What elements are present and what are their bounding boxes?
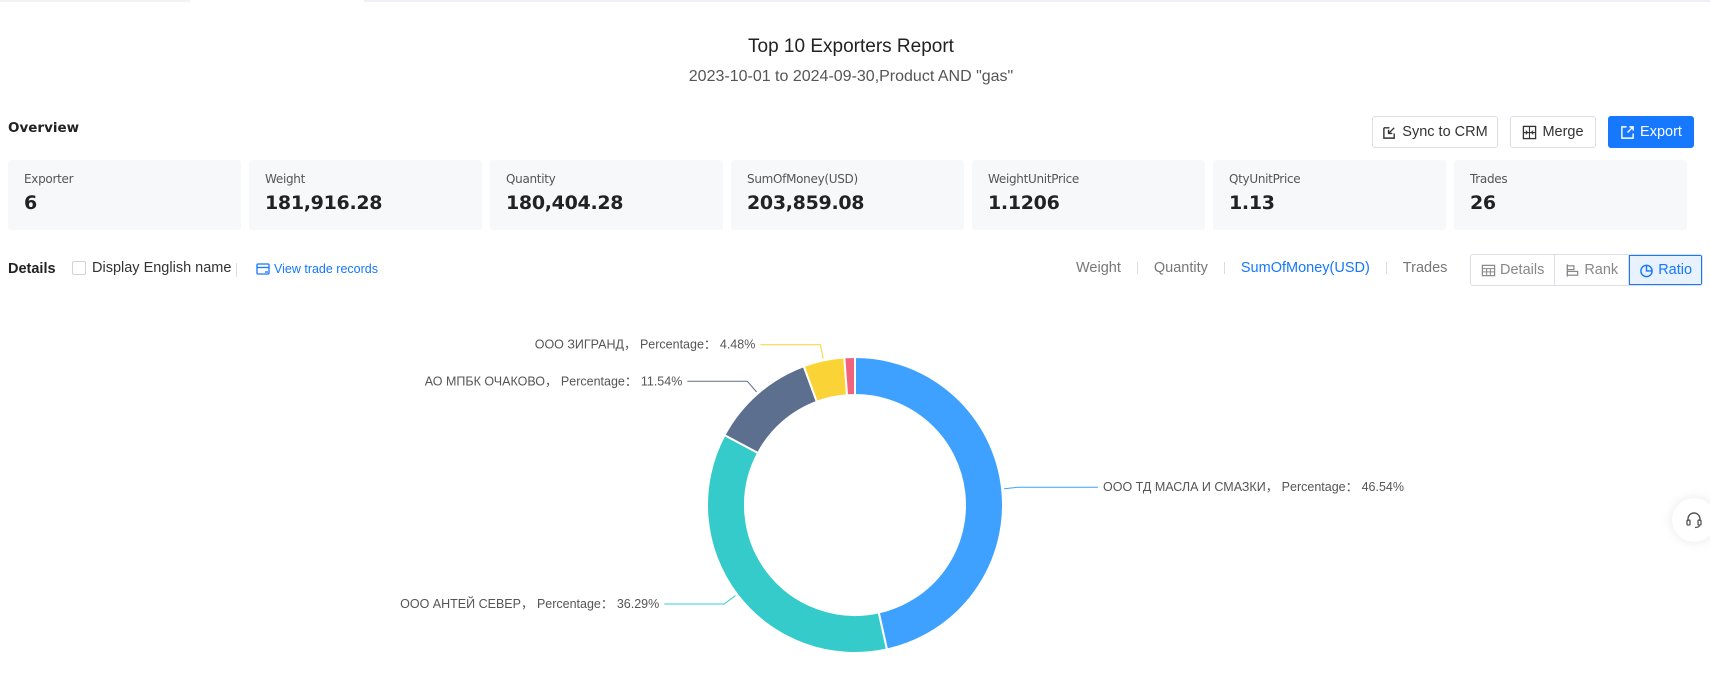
tab-divider <box>1385 262 1387 274</box>
slice-label: ООО ТД МАСЛА И СМАЗКИ， Percentage： 46.54… <box>1103 480 1404 494</box>
trade-records-icon <box>256 263 270 275</box>
stat-label: Exporter <box>24 172 74 186</box>
tab-sum-of-money[interactable]: SumOfMoney(USD) <box>1241 260 1370 276</box>
display-english-name-toggle[interactable]: Display English name <box>72 260 231 276</box>
stat-label: QtyUnitPrice <box>1229 172 1301 186</box>
merge-button[interactable]: Merge <box>1510 116 1596 148</box>
table-icon <box>1481 264 1496 276</box>
stat-value: 26 <box>1470 192 1496 214</box>
view-rank-button[interactable]: Rank <box>1555 255 1630 285</box>
sync-crm-icon <box>1383 126 1396 139</box>
donut-slice[interactable] <box>723 364 819 455</box>
label-leader-line <box>687 380 757 393</box>
tab-strip-segment <box>0 0 190 2</box>
sync-to-crm-button[interactable]: Sync to CRM <box>1372 116 1498 148</box>
tab-weight[interactable]: Weight <box>1076 260 1121 276</box>
tab-divider <box>1223 262 1225 274</box>
sync-to-crm-label: Sync to CRM <box>1402 124 1488 140</box>
tab-quantity[interactable]: Quantity <box>1154 260 1208 276</box>
details-heading: Details <box>8 261 56 277</box>
view-trade-records-link[interactable]: View trade records <box>256 262 378 276</box>
divider <box>236 263 237 277</box>
stat-value: 181,916.28 <box>265 192 383 214</box>
view-details-label: Details <box>1500 262 1545 278</box>
view-details-button[interactable]: Details <box>1471 255 1556 285</box>
stat-value: 203,859.08 <box>747 192 865 214</box>
stat-card-quantity: Quantity 180,404.28 <box>490 160 723 230</box>
donut-slice[interactable] <box>843 355 856 397</box>
view-rank-label: Rank <box>1584 262 1619 278</box>
overview-heading: Overview <box>8 120 80 136</box>
stat-label: Quantity <box>506 172 556 186</box>
view-mode-toggle: Details Rank Ratio <box>1470 254 1704 286</box>
stat-card-weight: Weight 181,916.28 <box>249 160 482 230</box>
stat-value: 1.1206 <box>988 192 1060 214</box>
report-title: Top 10 Exporters Report <box>748 36 954 57</box>
metric-tabs: Weight Quantity SumOfMoney(USD) Trades <box>1076 260 1447 276</box>
stat-card-weight-unit-price: WeightUnitPrice 1.1206 <box>972 160 1205 230</box>
customer-support-button[interactable] <box>1672 498 1710 542</box>
stat-value: 1.13 <box>1229 192 1275 214</box>
stat-value: 180,404.28 <box>506 192 624 214</box>
tab-trades[interactable]: Trades <box>1403 260 1448 276</box>
overview-cards: Exporter 6 Weight 181,916.28 Quantity 18… <box>8 160 1687 230</box>
label-leader-line <box>760 344 824 359</box>
export-icon <box>1621 125 1634 139</box>
stat-label: Trades <box>1470 172 1508 186</box>
label-leader-line <box>1004 486 1099 490</box>
stat-label: Weight <box>265 172 306 186</box>
view-trade-records-label: View trade records <box>274 262 378 276</box>
top-tab-strip <box>0 0 1710 2</box>
stat-value: 6 <box>24 192 37 214</box>
display-english-name-label: Display English name <box>92 260 232 276</box>
pie-icon <box>1640 264 1654 277</box>
slice-label: ООО АНТЕЙ СЕВЕР， Percentage： 36.29% <box>400 596 659 611</box>
stat-card-exporter: Exporter 6 <box>8 160 241 230</box>
slice-label: ООО ЗИГРАНД， Percentage： 4.48% <box>535 338 756 352</box>
donut-slice[interactable] <box>854 355 1004 651</box>
tab-strip-segment <box>364 0 1710 2</box>
view-ratio-button[interactable]: Ratio <box>1629 255 1703 285</box>
view-ratio-label: Ratio <box>1658 262 1693 278</box>
stat-label: SumOfMoney(USD) <box>747 172 858 186</box>
merge-label: Merge <box>1542 124 1584 140</box>
stat-card-sum-of-money: SumOfMoney(USD) 203,859.08 <box>731 160 964 230</box>
tab-divider <box>1136 262 1138 274</box>
slice-label: АО МПБК ОЧАКОВО， Percentage： 11.54% <box>425 374 683 388</box>
merge-icon <box>1523 125 1537 139</box>
bar-rank-icon <box>1567 263 1579 277</box>
headset-icon <box>1686 512 1702 529</box>
export-label: Export <box>1640 124 1682 140</box>
export-button[interactable]: Export <box>1608 116 1694 148</box>
label-leader-line <box>664 595 736 605</box>
report-subtitle: 2023-10-01 to 2024-09-30,Product AND "ga… <box>688 68 1014 85</box>
stat-card-trades: Trades 26 <box>1454 160 1687 230</box>
donut-slice[interactable] <box>706 433 889 654</box>
exporter-ratio-donut-chart: ООО ТД МАСЛА И СМАЗКИ， Percentage： 46.54… <box>400 338 1404 654</box>
stat-label: WeightUnitPrice <box>988 172 1080 186</box>
display-english-name-checkbox[interactable] <box>72 261 86 275</box>
stat-card-qty-unit-price: QtyUnitPrice 1.13 <box>1213 160 1446 230</box>
